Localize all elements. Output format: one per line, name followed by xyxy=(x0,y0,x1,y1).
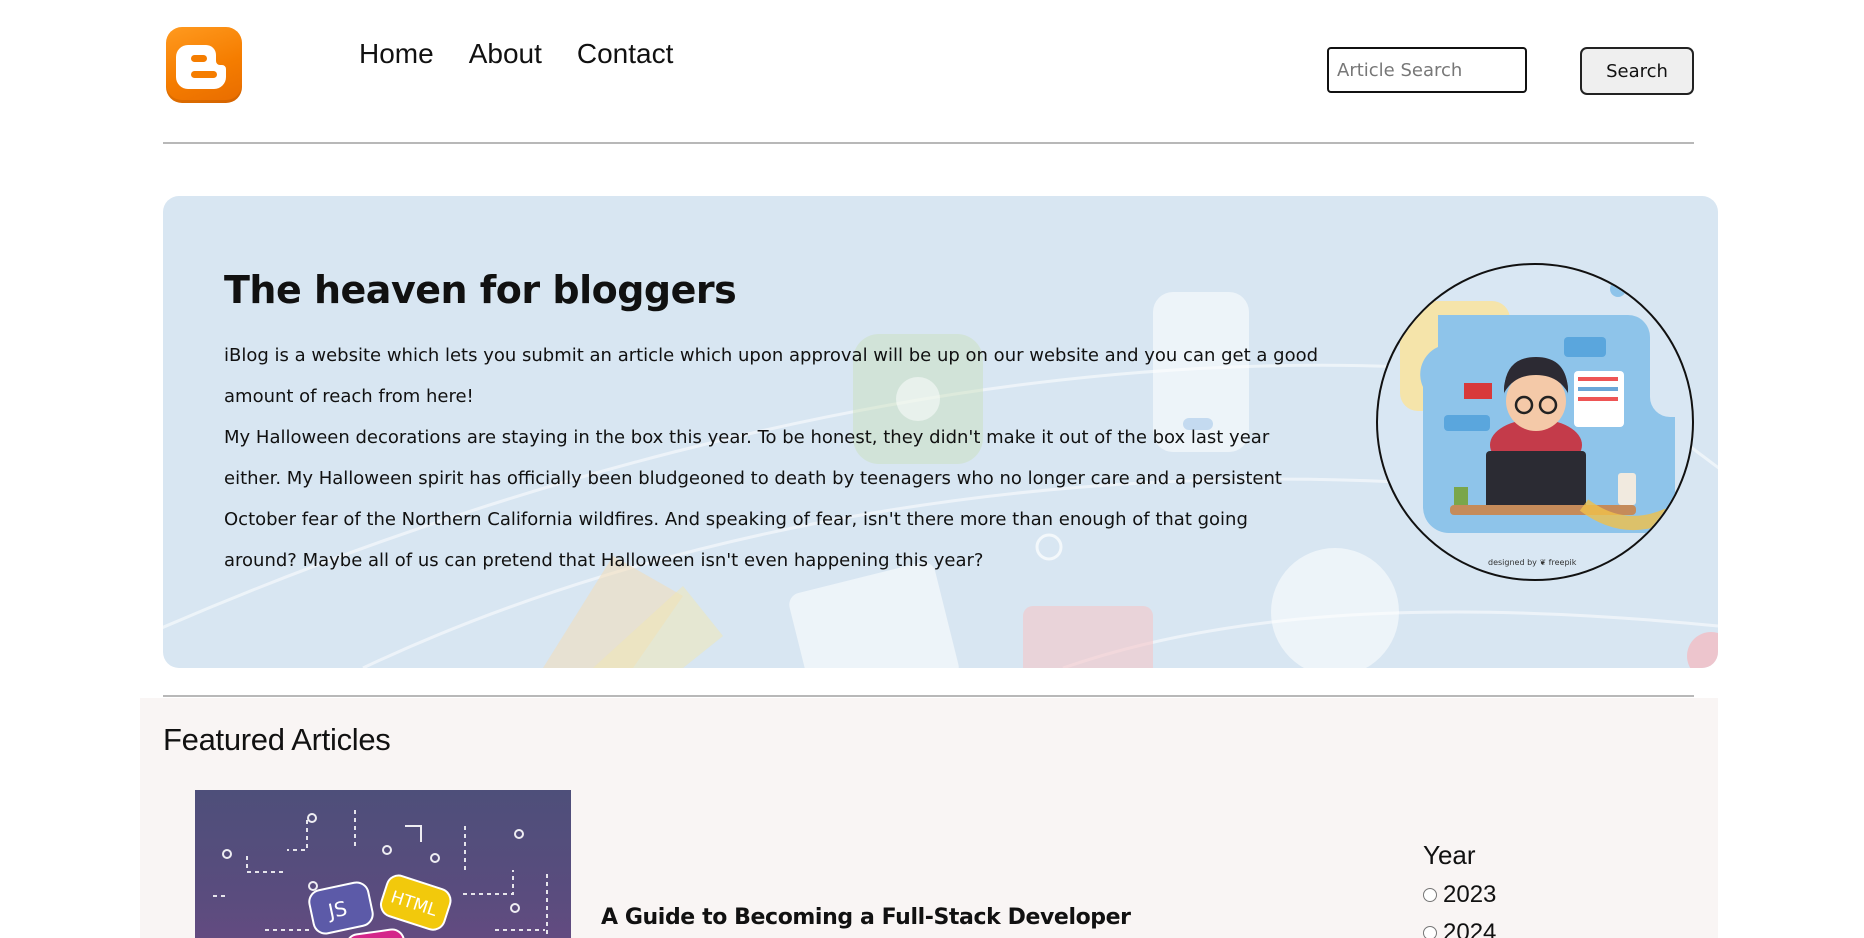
article-search-input[interactable] xyxy=(1327,47,1527,93)
article-title-link[interactable]: A Guide to Becoming a Full-Stack Develop… xyxy=(601,905,1131,930)
year-option-label: 2023 xyxy=(1443,881,1497,908)
year-option-label: 2024 xyxy=(1443,919,1497,938)
year-radio-2024[interactable] xyxy=(1423,926,1437,938)
image-credit: designed by ❦ freepik xyxy=(1488,558,1577,567)
nav-home-link[interactable]: Home xyxy=(359,38,434,70)
hero-banner: The heaven for bloggers iBlog is a websi… xyxy=(163,196,1718,668)
year-filter: Year 2023 2024 xyxy=(1423,840,1673,938)
nav-contact-link[interactable]: Contact xyxy=(577,38,674,70)
blogger-logo-icon[interactable] xyxy=(166,27,242,103)
year-filter-title: Year xyxy=(1423,840,1476,870)
main-nav: Home About Contact xyxy=(359,38,673,70)
blogger-illustration: designed by ❦ freepik xyxy=(1376,263,1694,581)
featured-articles-section: Featured Articles JS HTML A Guide to Bec… xyxy=(140,698,1718,938)
featured-articles-title: Featured Articles xyxy=(163,722,391,757)
hero-title: The heaven for bloggers xyxy=(224,268,737,312)
blog-home-page: Home About Contact Search xyxy=(0,0,1864,938)
nav-about-link[interactable]: About xyxy=(469,38,542,70)
year-option-2024[interactable]: 2024 xyxy=(1423,919,1673,938)
year-radio-2023[interactable] xyxy=(1423,888,1437,902)
year-option-2023[interactable]: 2023 xyxy=(1423,881,1673,909)
site-header: Home About Contact Search xyxy=(163,0,1694,142)
hero-description: iBlog is a website which lets you submit… xyxy=(224,335,1324,581)
hero-paragraph-halloween: My Halloween decorations are staying in … xyxy=(224,427,1282,571)
article-thumbnail[interactable]: JS HTML </> xyxy=(195,790,571,938)
header-divider xyxy=(163,142,1694,144)
hero-divider xyxy=(163,695,1694,697)
search-button[interactable]: Search xyxy=(1580,47,1694,95)
hero-paragraph-intro: iBlog is a website which lets you submit… xyxy=(224,345,1319,407)
